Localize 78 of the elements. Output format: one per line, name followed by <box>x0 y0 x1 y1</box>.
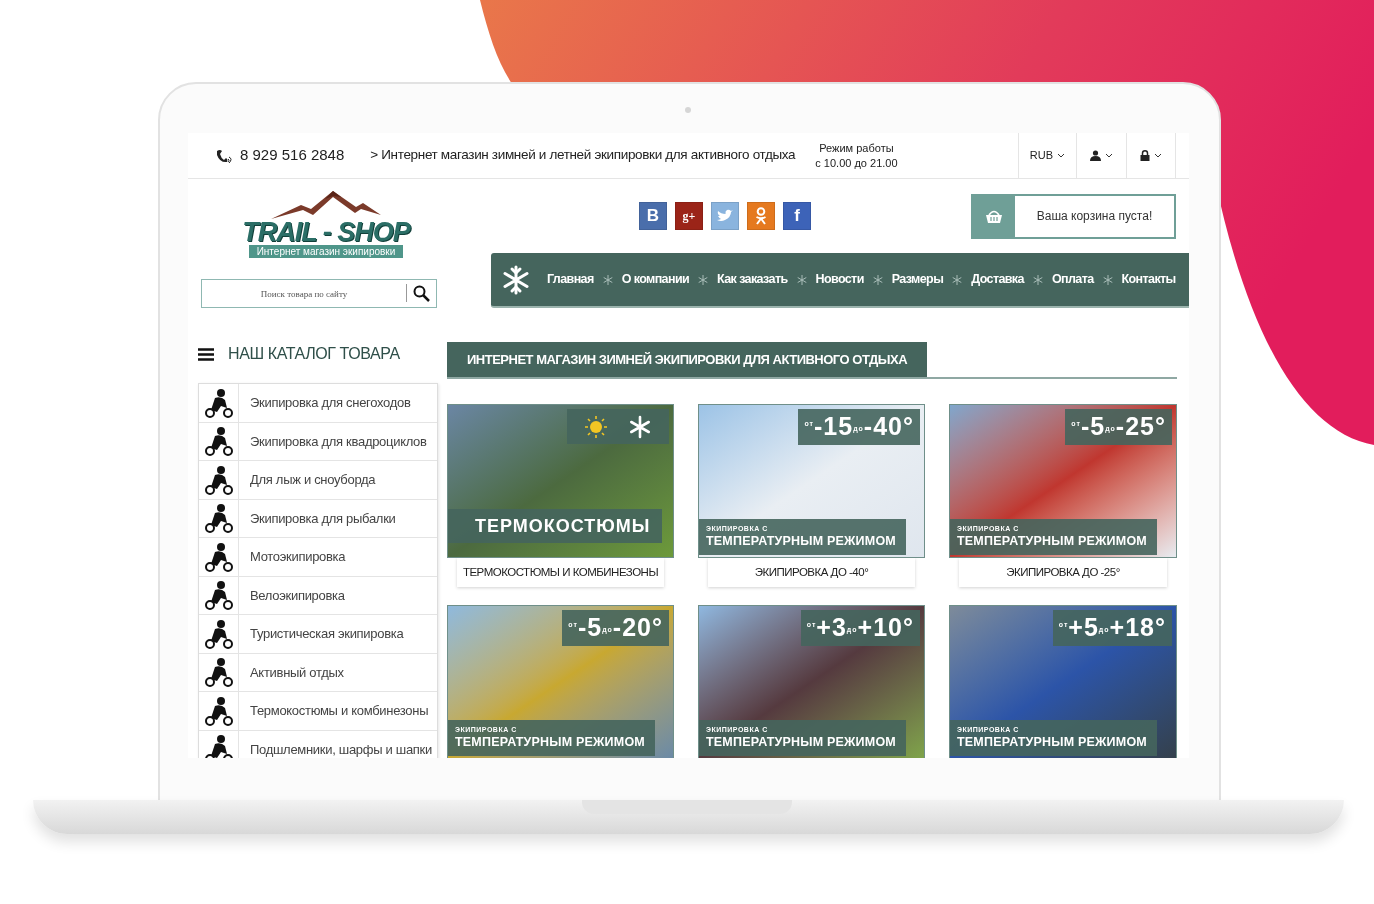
sport-silhouette-icon <box>202 503 235 534</box>
banner-text: ТЕМПЕРАТУРНЫМ РЕЖИМОМ <box>706 734 896 751</box>
banner-text: ТЕРМОКОСТЮМЫ <box>448 509 663 543</box>
sport-silhouette-icon <box>202 387 235 418</box>
phone-icon <box>214 147 232 164</box>
product-banner[interactable]: ТЕРМОКОСТЮМЫ <box>447 404 674 558</box>
product-caption[interactable]: ТЕРМОКОСТЮМЫ И КОМБИНЕЗОНЫ <box>457 558 664 587</box>
catalog-heading: НАШ КАТАЛОГ ТОВАРА <box>228 344 400 364</box>
product-caption[interactable]: ЭКИПИРОВКА ДО -25° <box>959 558 1167 587</box>
asterisk-icon <box>1032 274 1043 285</box>
ok-social-button[interactable] <box>747 202 775 230</box>
twitter-social-button[interactable] <box>711 202 739 230</box>
sport-silhouette-icon <box>202 541 235 572</box>
user-icon <box>1090 150 1101 161</box>
nav-link[interactable]: Доставка <box>971 270 1024 289</box>
vk-social-button[interactable]: B <box>639 202 667 230</box>
banner-text: ТЕМПЕРАТУРНЫМ РЕЖИМОМ <box>957 734 1147 751</box>
section-title: ИНТЕРНЕТ МАГАЗИН ЗИМНЕЙ ЭКИПИРОВКИ ДЛЯ АКТИВНОГО ОТДЫХА <box>447 342 928 377</box>
snowflake-icon <box>501 264 531 295</box>
bird-icon <box>716 209 734 223</box>
catalog-item[interactable]: Активный отдых <box>199 653 437 692</box>
search-field[interactable]: Поиск товара по сайту <box>201 279 437 308</box>
asterisk-icon <box>1102 274 1113 285</box>
catalog-item[interactable]: Экипировка для рыбалки <box>199 499 437 538</box>
product-caption[interactable]: ЭКИПИРОВКА ДО -40° <box>708 558 915 587</box>
asterisk-icon <box>952 274 963 285</box>
logo-title: TRAIL - SHOP <box>242 219 410 245</box>
asterisk-icon <box>796 274 807 285</box>
banner-text: ТЕМПЕРАТУРНЫМ РЕЖИМОМ <box>957 533 1147 550</box>
working-hours: с 10.00 до 21.00 <box>815 155 898 171</box>
nav-link[interactable]: Новости <box>815 270 864 289</box>
catalog-item[interactable]: Экипировка для снегоходов <box>199 384 437 423</box>
sport-silhouette-icon <box>202 657 235 688</box>
gplus-social-button[interactable]: g+ <box>675 202 703 230</box>
working-hours-label: Режим работы <box>819 140 894 156</box>
snowflake-icon <box>628 414 652 439</box>
basket-icon <box>985 208 1003 224</box>
lock-icon <box>1140 150 1150 161</box>
currency-dropdown[interactable]: RUB <box>1017 133 1076 178</box>
cart-status: Ваша корзина пуста! <box>1035 208 1154 225</box>
asterisk-icon <box>872 274 883 285</box>
camera-icon <box>685 107 691 113</box>
sport-silhouette-icon <box>202 734 235 758</box>
catalog-item[interactable]: Термокостюмы и комбинезоны <box>199 692 437 731</box>
catalog-item[interactable]: Подшлемники, шарфы и шапки <box>199 730 437 758</box>
sport-silhouette-icon <box>202 618 235 649</box>
asterisk-icon <box>698 274 709 285</box>
caret-icon <box>1154 153 1162 158</box>
sport-silhouette-icon <box>202 580 235 611</box>
catalog-item[interactable]: Мотоэкипировка <box>199 538 437 577</box>
banner-text: ТЕМПЕРАТУРНЫМ РЕЖИМОМ <box>455 734 645 751</box>
search-icon <box>413 284 430 302</box>
catalog-item[interactable]: Экипировка для квадроциклов <box>199 422 437 461</box>
site-tagline: > Интернет магазин зимней и летней экипировки для активного отдыха <box>370 146 796 165</box>
catalog-item[interactable]: Для лыж и сноуборда <box>199 461 437 500</box>
nav-link[interactable]: О компании <box>621 270 690 289</box>
logo-subtitle: Интернет магазин экипировки <box>248 245 404 258</box>
nav-link[interactable]: Контакты <box>1121 270 1176 289</box>
nav-link[interactable]: Как заказать <box>717 270 788 289</box>
banner-text: ТЕМПЕРАТУРНЫМ РЕЖИМОМ <box>706 533 896 550</box>
asterisk-icon <box>602 274 613 285</box>
sport-silhouette-icon <box>202 695 235 726</box>
caret-icon <box>1057 153 1065 158</box>
nav-link[interactable]: Главная <box>547 270 594 289</box>
nav-link[interactable]: Оплата <box>1051 270 1094 289</box>
sport-silhouette-icon <box>202 464 235 495</box>
phone-number: 8 929 516 2848 <box>240 145 345 166</box>
caret-icon <box>1105 153 1113 158</box>
cart-box[interactable]: Ваша корзина пуста! <box>971 193 1176 239</box>
sport-silhouette-icon <box>202 426 235 457</box>
menu-icon <box>198 347 214 361</box>
ok-icon <box>755 207 767 225</box>
catalog-item[interactable]: Туристическая экипировка <box>199 615 437 654</box>
sun-icon <box>584 414 608 439</box>
catalog-item[interactable]: Велоэкипировка <box>199 576 437 615</box>
mountain-logo-icon <box>271 191 381 219</box>
nav-link[interactable]: Размеры <box>891 270 944 289</box>
facebook-social-button[interactable]: f <box>783 202 811 230</box>
